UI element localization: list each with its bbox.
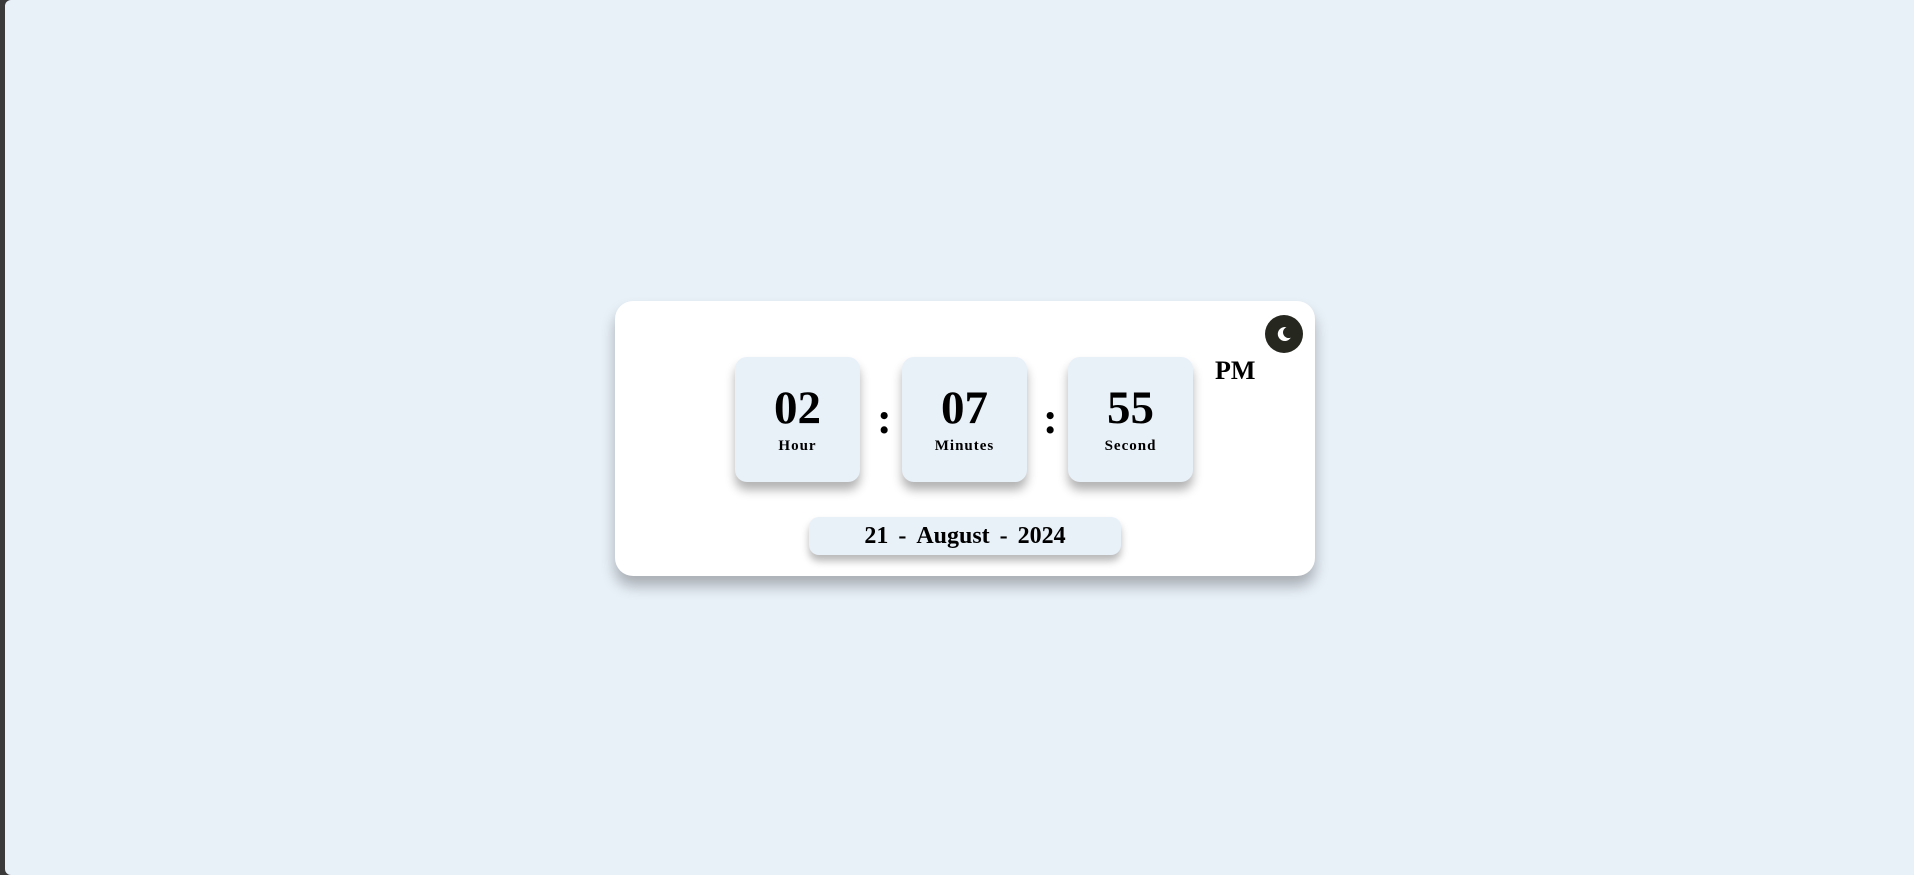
minutes-label: Minutes	[934, 438, 995, 454]
hour-tile: 02 Hour	[735, 357, 860, 482]
clock-card: 02 Hour : 07 Minutes : 55 Second PM 21 -…	[615, 301, 1315, 576]
page-background: 02 Hour : 07 Minutes : 55 Second PM 21 -…	[5, 0, 1914, 875]
date-day: 21	[864, 522, 889, 549]
moon-icon	[1277, 326, 1291, 341]
hour-value: 02	[774, 382, 821, 434]
theme-toggle-button[interactable]	[1265, 315, 1303, 353]
seconds-value: 55	[1107, 382, 1154, 434]
date-separator: -	[898, 522, 907, 549]
seconds-tile: 55 Second	[1068, 357, 1193, 482]
minutes-tile: 07 Minutes	[902, 357, 1027, 482]
ampm-indicator: PM	[1215, 356, 1256, 385]
date-display: 21 - August - 2024	[809, 517, 1121, 555]
date-separator: -	[999, 522, 1008, 549]
time-separator: :	[1043, 394, 1058, 443]
seconds-label: Second	[1104, 438, 1157, 454]
time-separator: :	[877, 394, 892, 443]
date-year: 2024	[1017, 522, 1066, 549]
minutes-value: 07	[941, 382, 988, 434]
date-month: August	[916, 522, 990, 549]
hour-label: Hour	[778, 438, 817, 454]
